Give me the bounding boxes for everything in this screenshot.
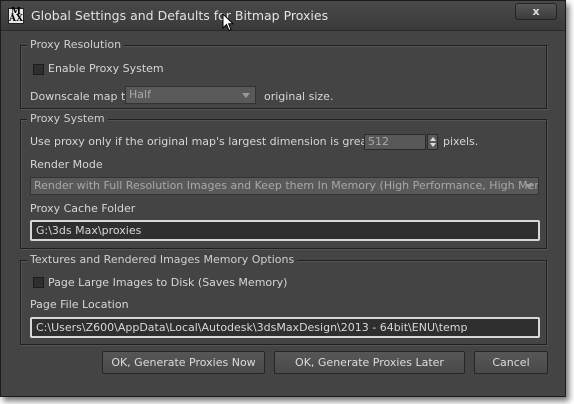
- proxy-system-legend: Proxy System: [27, 112, 108, 125]
- title-bar[interactable]: M AX Global Settings and Defaults for Bi…: [1, 1, 565, 31]
- generate-proxies-now-button[interactable]: OK, Generate Proxies Now: [102, 351, 265, 374]
- close-button[interactable]: x: [515, 3, 557, 20]
- generate-proxies-later-button[interactable]: OK, Generate Proxies Later: [274, 351, 465, 374]
- page-large-images-checkbox[interactable]: [33, 277, 44, 288]
- cancel-button[interactable]: Cancel: [474, 351, 548, 374]
- downscale-suffix-label: original size.: [264, 90, 334, 103]
- proxy-resolution-group: Proxy Resolution Enable Proxy System Dow…: [20, 38, 547, 109]
- proxy-system-group: Proxy System Use proxy only if the origi…: [20, 112, 547, 249]
- enable-proxy-label[interactable]: Enable Proxy System: [48, 62, 164, 75]
- cache-folder-field[interactable]: G:\3ds Max\proxies: [30, 220, 540, 241]
- chevron-down-icon: [525, 184, 533, 189]
- memory-options-group: Textures and Rendered Images Memory Opti…: [20, 253, 547, 345]
- spinner-down-icon[interactable]: [430, 143, 436, 147]
- proxy-resolution-legend: Proxy Resolution: [27, 38, 125, 51]
- memory-options-legend: Textures and Rendered Images Memory Opti…: [27, 253, 298, 266]
- window-title: Global Settings and Defaults for Bitmap …: [31, 8, 329, 23]
- cache-folder-label: Proxy Cache Folder: [30, 202, 136, 215]
- spinner-up-icon[interactable]: [430, 137, 436, 141]
- page-file-location-field[interactable]: C:\Users\Z600\AppData\Local\Autodesk\3ds…: [30, 317, 540, 338]
- page-file-location-label: Page File Location: [30, 298, 129, 311]
- close-icon: x: [532, 5, 540, 18]
- downscale-value: Half: [129, 88, 151, 101]
- render-mode-value: Render with Full Resolution Images and K…: [34, 179, 539, 192]
- downscale-label: Downscale map to: [30, 90, 132, 103]
- app-icon-letter-bottom: AX: [9, 14, 23, 24]
- mouse-cursor-icon: [222, 13, 234, 32]
- render-mode-label: Render Mode: [30, 158, 103, 171]
- threshold-spinner-input[interactable]: 512: [364, 134, 426, 150]
- 3dsmax-app-icon[interactable]: M AX: [8, 8, 24, 24]
- threshold-unit-label: pixels.: [443, 135, 479, 148]
- threshold-label: Use proxy only if the original map's lar…: [30, 135, 412, 148]
- page-large-images-label[interactable]: Page Large Images to Disk (Saves Memory): [48, 276, 287, 289]
- render-mode-dropdown[interactable]: Render with Full Resolution Images and K…: [30, 177, 539, 195]
- dialog-window: M AX Global Settings and Defaults for Bi…: [0, 0, 566, 397]
- enable-proxy-checkbox[interactable]: [33, 64, 44, 75]
- downscale-dropdown[interactable]: Half: [125, 86, 256, 104]
- chevron-down-icon: [242, 93, 250, 98]
- threshold-spinner-buttons[interactable]: [427, 134, 438, 150]
